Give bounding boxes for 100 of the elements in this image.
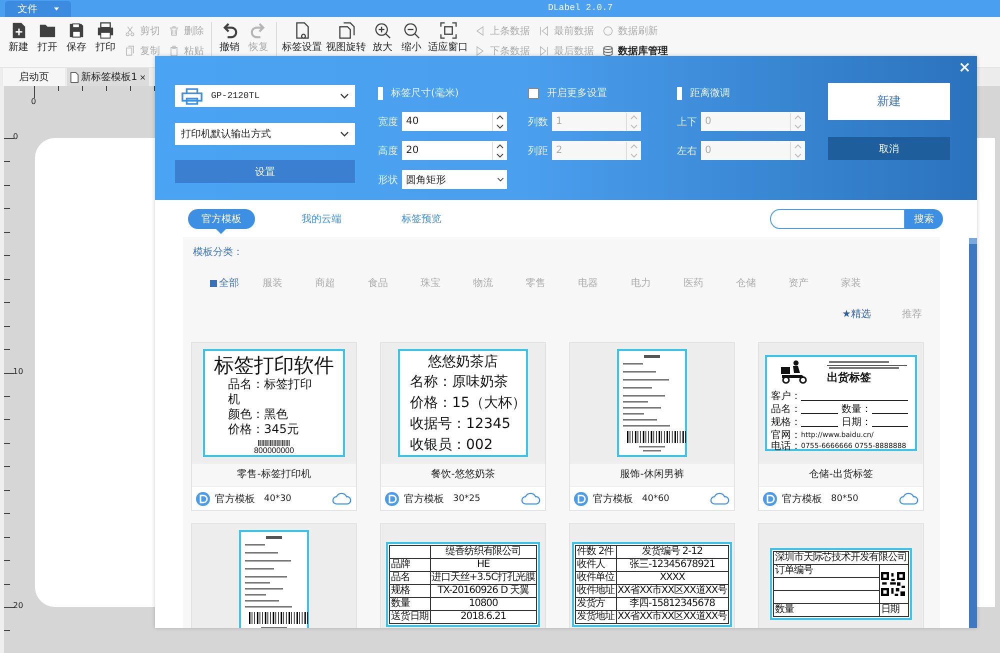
label-title: 出货标签 — [827, 370, 872, 385]
documents-icon — [336, 21, 356, 40]
category-filter[interactable]: 医药 — [683, 277, 736, 289]
category-filter[interactable]: 商超 — [315, 277, 368, 289]
document-icon — [70, 72, 79, 82]
height-field[interactable]: 20 — [402, 141, 507, 160]
database-icon — [602, 45, 614, 57]
category-filter[interactable]: 家装 — [841, 277, 894, 289]
ruler-label: 10 — [13, 366, 24, 376]
template-name: 餐饮-悠悠奶茶 — [381, 463, 545, 487]
template-name: 仓储-出货标签 — [759, 463, 923, 487]
sort-option[interactable]: ★精选 — [842, 307, 871, 319]
template-card[interactable]: 深圳市天际芯技术开发有限公司 订单编号 数量 日期 — [758, 523, 924, 628]
label-text: 价格：345元 — [228, 422, 300, 437]
horizontal-offset-field[interactable]: 0 — [701, 141, 805, 160]
column-gap-field[interactable]: 2 — [552, 141, 641, 160]
category-filter[interactable]: 服装 — [262, 277, 316, 289]
ruler-label: 0 — [31, 97, 36, 106]
search-field[interactable] — [770, 209, 905, 229]
toolbar-button[interactable]: 新建 — [4, 17, 33, 54]
toolbar-button[interactable]: 保存 — [62, 17, 91, 54]
toolbar-button[interactable]: 放大 — [368, 17, 397, 54]
category-filter[interactable]: 物流 — [472, 277, 526, 289]
tab[interactable]: 标签预览 — [388, 209, 455, 229]
toolbar-button[interactable]: 视图旋转 — [324, 17, 368, 54]
columns-field[interactable]: 1 — [552, 112, 641, 131]
label-field: 规格： — [771, 417, 801, 429]
setup-button[interactable]: 设置 — [175, 160, 355, 183]
category-filter[interactable]: 食品 — [368, 277, 420, 289]
ruler-label: 0 — [13, 132, 18, 141]
close-button[interactable]: × — [958, 58, 971, 76]
template-card[interactable] — [191, 523, 357, 628]
template-card[interactable]: 标签打印软件 品名：标签打印机 颜色：黑色 价格：345元 800000000 零售-标签打印机 官方模板 40*30 — [191, 342, 357, 511]
label-text: 收据号：12345 — [410, 415, 512, 434]
category-filter[interactable]: 电力 — [630, 277, 684, 289]
table-cell: 收件人 — [575, 558, 616, 571]
document-tab[interactable]: 新标签模板1 × — [67, 68, 150, 86]
label-text: 颜色：黑色 — [228, 407, 289, 422]
vertical-offset-field[interactable]: 0 — [701, 112, 805, 131]
file-menu[interactable]: 文件 — [5, 1, 71, 17]
close-tab-icon[interactable]: × — [139, 72, 146, 82]
fit-window-icon — [438, 21, 458, 40]
table-cell: HE — [430, 558, 537, 571]
tab[interactable]: 我的云端 — [288, 209, 355, 229]
toolbar-button[interactable]: 缩小 — [397, 17, 426, 54]
delivery-scooter-icon — [779, 360, 809, 384]
printer-select[interactable]: GP-2120TL — [175, 85, 355, 107]
save-icon — [67, 21, 86, 40]
table-cell: XX省XX市XX区XX道XX号 — [616, 610, 729, 623]
copy-icon — [124, 45, 136, 57]
label-title: 标签打印软件 — [214, 353, 334, 377]
toolbar-button[interactable]: 打印 — [91, 17, 120, 54]
create-button[interactable]: 新建 — [828, 83, 950, 120]
toolbar-button[interactable]: 适应窗口 — [426, 17, 470, 54]
output-select[interactable]: 打印机默认输出方式 — [175, 123, 355, 145]
template-card[interactable]: 件数 2件 发货编号 2-12 收件人 张三-12345678921 收件单位 XXXX 收件地址 XX省XX市XX区XX道XX号 发货方 李四-15812345678 发货地址 XX省XX市XX区XX道XX号 — [569, 523, 735, 628]
category-filter[interactable]: 资产 — [788, 277, 842, 289]
cancel-button[interactable]: 取消 — [828, 137, 950, 160]
category-filter[interactable]: 仓储 — [736, 277, 789, 289]
template-card[interactable]: 悠悠奶茶店 名称：原味奶茶 价格：15（大杯） 收据号：12345 收银员：002 餐饮-悠悠奶茶 官方模板 30*25 — [380, 342, 546, 511]
toolbar-button[interactable]: 打开 — [33, 17, 62, 54]
cloud-icon[interactable] — [332, 492, 352, 505]
table-cell: 张三-12345678921 — [616, 558, 729, 571]
template-source: 官方模板 — [215, 492, 255, 506]
category-filter[interactable]: 珠宝 — [420, 277, 473, 289]
triangle-left-icon — [474, 25, 486, 37]
section-heading: 距离微调 — [690, 86, 730, 100]
search-button[interactable]: 搜索 — [905, 209, 943, 229]
category-filter[interactable]: 零售 — [526, 277, 578, 289]
cloud-icon[interactable] — [710, 492, 730, 505]
shape-select[interactable]: 圆角矩形 — [402, 170, 507, 189]
toolbar-button[interactable]: 撤销 — [215, 17, 244, 54]
toolbar-button[interactable]: 标签设置 — [280, 17, 324, 54]
template-card[interactable]: 缇香纺织有限公司 品牌 HE 品名 进口天丝+3.5C打孔光膜 规格 TX-20160926 D 天翼 数量 10800 送货日期 2018.6.21 — [380, 523, 546, 628]
scroll-bar[interactable] — [969, 238, 977, 628]
field-label: 形状 — [378, 174, 399, 186]
chevron-down-icon — [340, 131, 349, 137]
table-cell: 深圳市天际芯技术开发有限公司 — [774, 552, 908, 564]
field-label: 列距 — [528, 144, 549, 158]
printer-icon — [96, 21, 115, 40]
checkbox[interactable] — [528, 88, 539, 98]
checkbox-label: 开启更多设置 — [547, 86, 607, 100]
label-text: 收银员：002 — [410, 436, 494, 455]
chevron-down-icon — [497, 177, 504, 182]
width-field[interactable]: 40 — [402, 112, 507, 131]
table-cell: 收件单位 — [575, 571, 616, 584]
cloud-icon[interactable] — [899, 492, 919, 505]
category-filter[interactable]: 全部 — [210, 277, 263, 289]
template-card[interactable]: 服饰-休闲男裤 官方模板 40*60 — [569, 342, 735, 511]
label-text: 品名：标签打印机 — [228, 377, 313, 407]
cloud-icon[interactable] — [521, 492, 541, 505]
document-tab[interactable]: 启动页 — [3, 68, 65, 86]
template-source: 官方模板 — [404, 492, 444, 506]
zoom-in-icon — [373, 21, 392, 40]
toolbar-button[interactable]: 数据库管理 — [602, 43, 668, 59]
sort-option[interactable]: 推荐 — [902, 307, 922, 319]
table-cell: 送货日期 — [389, 610, 430, 623]
template-size: 40*30 — [264, 494, 292, 504]
category-filter[interactable]: 电器 — [578, 277, 631, 289]
table-cell: 品名 — [389, 571, 430, 584]
